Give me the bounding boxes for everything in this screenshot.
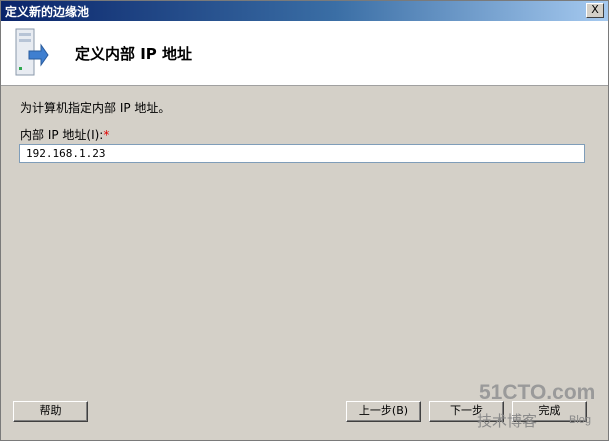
wizard-header: 定义内部 IP 地址 (1, 21, 608, 86)
close-button[interactable]: X (586, 3, 604, 18)
required-marker: * (103, 128, 110, 142)
watermark: 51CTO.com 技术博客 Blog (471, 381, 607, 437)
dialog-window: 定义新的边缘池 X 定义内部 IP 地址 为计算机指定内部 IP 地址。 内部 … (0, 0, 609, 441)
instruction-text: 为计算机指定内部 IP 地址。 (20, 101, 171, 115)
page-title: 定义内部 IP 地址 (75, 45, 193, 63)
ip-field-label: 内部 IP 地址(I):* (20, 126, 109, 143)
watermark-logo: 51CTO.com (479, 381, 596, 404)
help-button[interactable]: 帮助 (13, 401, 88, 422)
watermark-blog: Blog (569, 414, 592, 426)
title-bar[interactable]: 定义新的边缘池 X (1, 1, 608, 21)
window-title: 定义新的边缘池 (5, 5, 90, 19)
back-button[interactable]: 上一步(B) (346, 401, 421, 422)
watermark-subtitle: 技术博客 (477, 412, 538, 430)
ip-label-text: 内部 IP 地址(I): (20, 128, 104, 142)
ip-address-input[interactable]: 192.168.1.23 (19, 144, 585, 163)
server-arrow-icon (15, 28, 49, 76)
